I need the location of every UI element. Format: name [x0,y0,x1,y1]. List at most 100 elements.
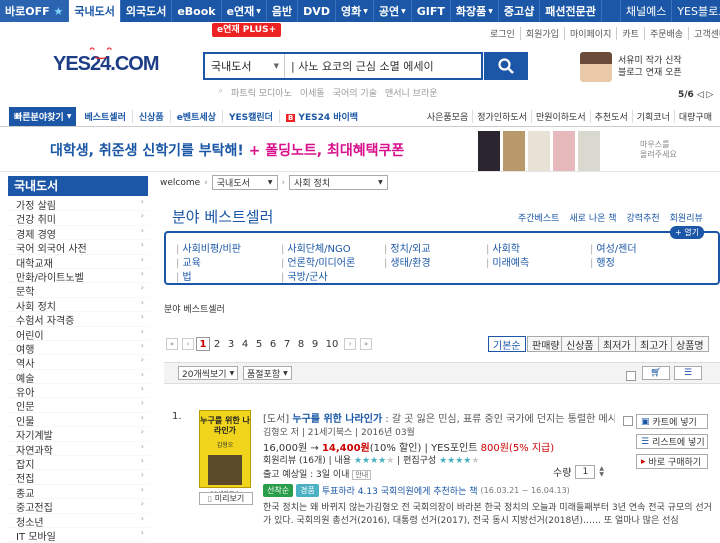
preview-button[interactable]: ▯ 미리보기 [199,492,253,505]
event-link[interactable]: 투표하라 4.13 국회의원에게 추천하는 책 [322,484,478,497]
util-orders[interactable]: 주문배송 [650,27,690,40]
util-support[interactable]: 고객센터 [694,27,720,40]
soldout-filter-select[interactable]: 품절포함 ▼ [243,366,292,380]
sidebar-item[interactable]: 경제 경영 › [8,226,148,241]
breadcrumb-select-2[interactable]: 사회 정치 ▼ [289,175,388,190]
catbar-buyback[interactable]: B YES24 바이백 [285,110,364,123]
catbar-bulk[interactable]: 대량구매 [679,110,716,123]
quantity-input[interactable]: 1 [575,464,596,479]
sort-new[interactable]: 신상품 [561,336,599,352]
subcategory-link[interactable]: 법 [176,268,191,283]
subcategory-link[interactable]: 교육 [176,254,200,269]
sidebar-item[interactable]: 자연과학 › [8,442,148,457]
banner-text[interactable]: 대학생, 취준생 신학기를 부탁해! + 폴딩노트, 최대혜택쿠폰 [50,140,404,160]
site-logo[interactable]: ᵔ‿ᵔ YES24.COM [53,45,163,83]
catbar-recommended[interactable]: 추천도서 [595,110,633,123]
sidebar-item[interactable]: 종교 › [8,485,148,500]
keyword-link[interactable]: 이세돌 [300,86,325,99]
page-number[interactable]: 10 [322,339,342,350]
page-number[interactable]: 9 [308,339,322,350]
nav-music[interactable]: 음반 [267,0,299,22]
link-weekly-best[interactable]: 주간베스트 [518,211,559,224]
sidebar-item[interactable]: 건강 취미 › [8,211,148,226]
util-mypage[interactable]: 마이페이지 [570,27,618,40]
subcategory-link[interactable]: 미래예측 [486,254,529,269]
sidebar-item[interactable]: 인문 › [8,398,148,413]
nav-channel-yes[interactable]: 채널예스 [619,0,673,22]
search-category-select[interactable]: 국내도서 ▼ [205,54,285,78]
page-number[interactable]: 8 [294,339,308,350]
util-signup[interactable]: 회원가입 [526,27,565,40]
subcategory-link[interactable]: 국방/군사 [281,268,327,283]
util-cart[interactable]: 카트 [622,27,645,40]
sort-lowest-price[interactable]: 최저가 [598,336,636,352]
sidebar-item[interactable]: 역사 › [8,355,148,370]
sidebar-item[interactable]: 인물 › [8,413,148,428]
sidebar-item[interactable]: 여행 › [8,341,148,356]
nav-gift[interactable]: GIFT [412,0,451,22]
author-promo[interactable]: 서유미 작가 신작 블로그 연재 오픈 [580,52,682,82]
expand-button[interactable]: + 열기 [670,226,704,239]
sidebar-item[interactable]: 중고전집 › [8,499,148,514]
breadcrumb-select-1[interactable]: 국내도서 ▼ [211,175,278,190]
nav-used-shop[interactable]: 중고샵 [499,0,541,22]
sidebar-title[interactable]: 국내도서 [8,176,148,196]
select-all-checkbox[interactable] [626,371,636,381]
catbar-new[interactable]: 신상품 [139,110,171,123]
cart-all-button[interactable]: 🛒︎ [642,366,670,380]
buy-now-button[interactable]: ▸ 바로 구매하기 [636,454,708,469]
catbar-events[interactable]: e벤트세상 [177,110,223,123]
sidebar-item[interactable]: 사회 정치 › [8,298,148,313]
sidebar-item[interactable]: 가정 살림 › [8,197,148,212]
page-number[interactable]: 5 [252,339,266,350]
nav-performance[interactable]: 공연 ▼ [374,0,412,22]
page-number[interactable]: 4 [238,339,252,350]
catbar-special[interactable]: 기획코너 [637,110,675,123]
sidebar-item[interactable]: 예술 › [8,370,148,385]
shipping-guide-badge[interactable]: 안내 [352,470,372,480]
link-new-books[interactable]: 새로 나온 책 [569,211,616,224]
page-number-current[interactable]: 1 [196,337,210,351]
book-cover[interactable]: 누구를 위한 나라인가 김형오 21세기북스 [199,410,251,498]
sort-name[interactable]: 상품명 [671,336,709,352]
catbar-calendar[interactable]: YES캘린더 [229,110,280,123]
subcategory-link[interactable]: 언론학/미디어론 [281,254,355,269]
book-review[interactable]: 회원리뷰 (16개) | 내용 ★★★★★ | 편집구성 ★★★★★ [263,453,479,466]
subcategory-link[interactable]: 사회비평/비판 [176,240,241,255]
keyword-link[interactable]: 파트릭 모디아노 [231,86,292,99]
catbar-under-10k[interactable]: 만원이하도서 [536,110,591,123]
nav-domestic-books[interactable]: 국내도서 [69,0,121,22]
sidebar-item[interactable]: 전집 › [8,470,148,485]
last-page-icon[interactable]: » [360,338,372,350]
nav-movie[interactable]: 영화 ▼ [336,0,374,22]
sidebar-item[interactable]: 만화/라이트노벨 › [8,269,148,284]
catbar-price-down[interactable]: 정가인하도서 [477,110,532,123]
quick-category-button[interactable]: 빠른분야찾기 ▼ [9,107,77,126]
sort-default[interactable]: 기본순 [488,336,526,352]
link-member-review[interactable]: 회원리뷰 [670,211,703,224]
search-input[interactable] [285,54,481,78]
prev-page-icon[interactable]: ‹ [182,338,194,350]
list-all-button[interactable]: ☰ [674,366,702,380]
keyword-link[interactable]: 국어의 기술 [333,86,377,99]
catbar-gifts[interactable]: 사은품모음 [427,110,474,123]
subcategory-link[interactable]: 여성/젠더 [590,240,636,255]
add-to-list-button[interactable]: ☰ 리스트에 넣기 [636,434,708,449]
sort-sales[interactable]: 판매량 [527,336,565,352]
sidebar-item[interactable]: 유아 › [8,384,148,399]
sidebar-item[interactable]: 수험서 자격증 › [8,312,148,327]
nav-yes-blog[interactable]: YES블로그 [672,0,720,22]
subcategory-link[interactable]: 사회학 [486,240,520,255]
sidebar-item[interactable]: 국어 외국어 사전 › [8,240,148,255]
nav-dvd[interactable]: DVD [298,0,336,22]
subcategory-link[interactable]: 행정 [590,254,614,269]
util-login[interactable]: 로그인 [490,27,521,40]
sidebar-item[interactable]: 문학 › [8,283,148,298]
sort-highest-price[interactable]: 최고가 [635,336,673,352]
page-number[interactable]: 7 [280,339,294,350]
breadcrumb-home[interactable]: welcome [160,178,200,188]
sidebar-item[interactable]: 어린이 › [8,327,148,342]
nav-fashion[interactable]: 패션전문관 [540,0,602,22]
nav-baro-off[interactable]: 바로OFF ★ [0,0,70,22]
stepper-arrows-icon[interactable]: ▲ ▼ [599,465,604,478]
